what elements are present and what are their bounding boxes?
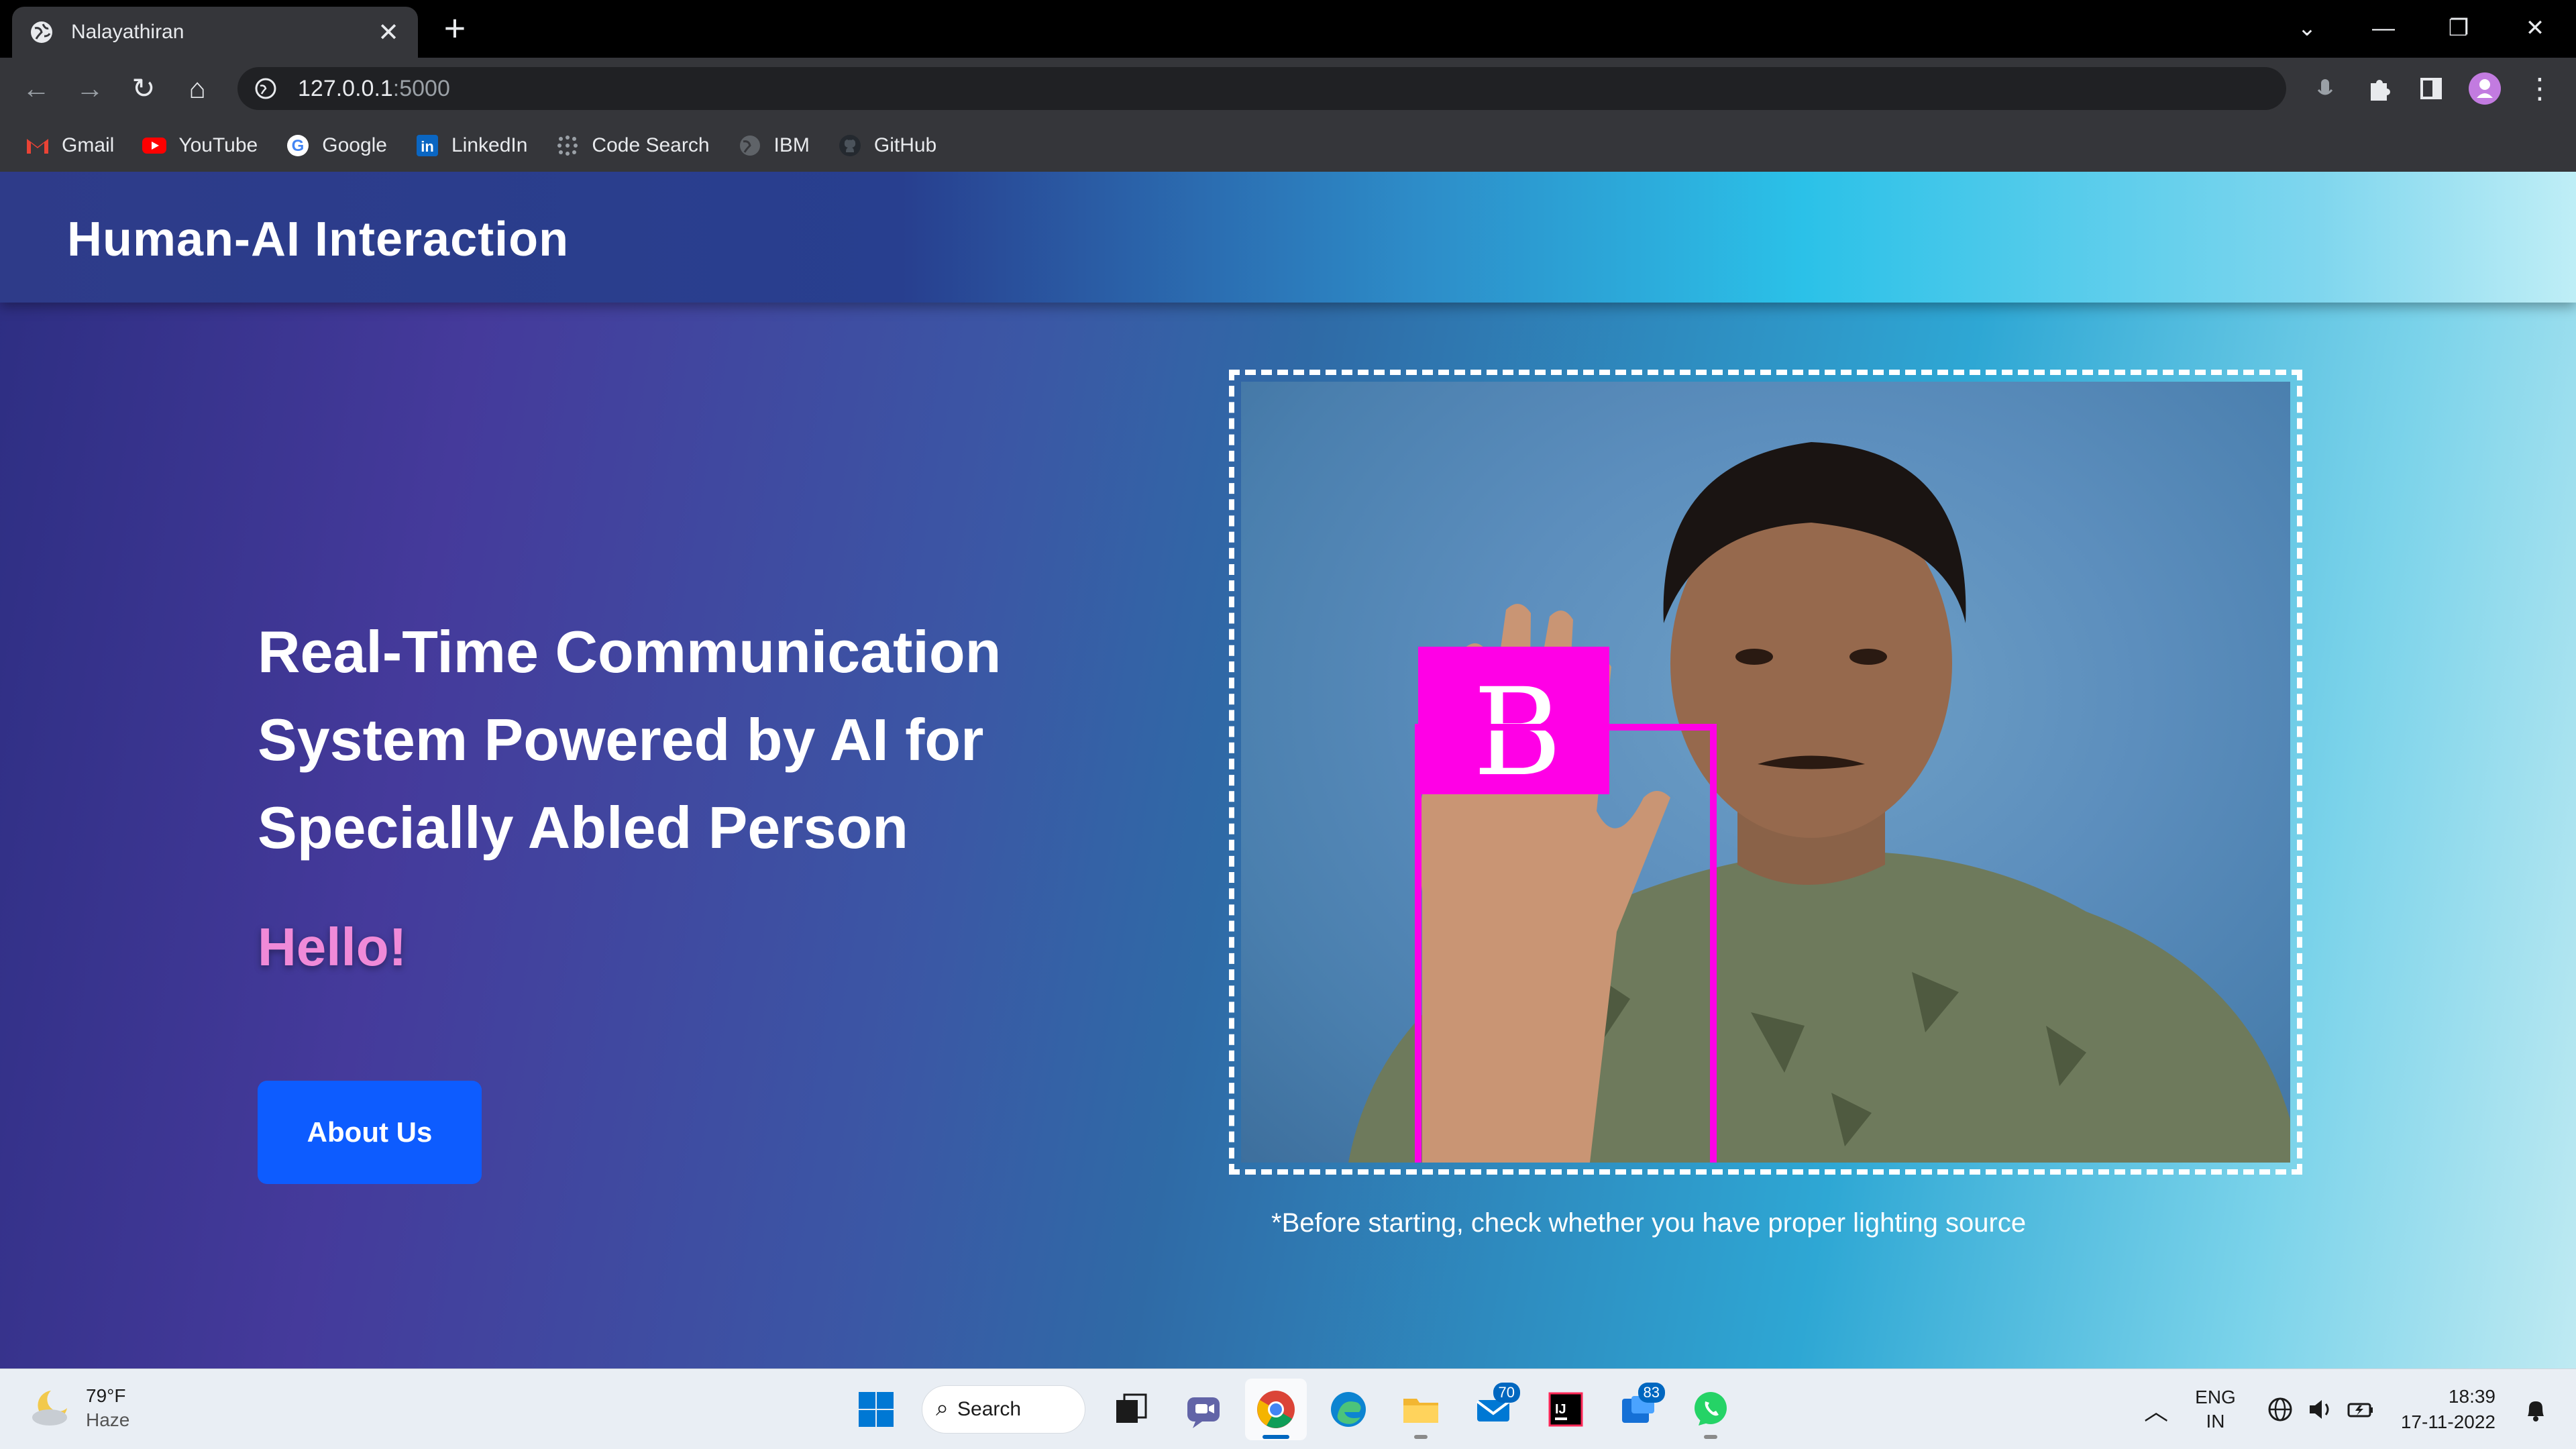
edge-icon (1331, 1392, 1366, 1427)
restore-button[interactable]: ❐ (2428, 8, 2489, 48)
reload-button[interactable]: ↻ (123, 68, 164, 109)
bookmark-youtube[interactable]: YouTube (141, 132, 258, 159)
start-button[interactable] (845, 1379, 907, 1440)
extensions-icon[interactable] (2359, 68, 2399, 109)
intellij-icon: IJ (1548, 1392, 1583, 1427)
clock-date: 17-11-2022 (2400, 1411, 2496, 1432)
language-indicator[interactable]: ENG IN (2195, 1385, 2236, 1434)
taskbar: 79°F Haze ⌕ Search 70 IJ 83 ︿ ENG IN 18:… (0, 1368, 2576, 1449)
tab-strip: Nalayathiran ✕ + ⌄ — ❐ ✕ (0, 0, 2576, 58)
bookmark-code-search[interactable]: Code Search (554, 132, 710, 159)
close-tab-icon[interactable]: ✕ (375, 17, 402, 48)
forward-button[interactable]: → (70, 68, 110, 109)
bookmark-linkedin[interactable]: in LinkedIn (414, 132, 527, 159)
address-bar[interactable]: 127.0.0.1:5000 (237, 67, 2286, 110)
webcam-feed: B (1241, 382, 2290, 1163)
bookmarks-bar: Gmail YouTube G Google in LinkedIn Code (0, 119, 2576, 172)
site-title: Human-AI Interaction (67, 213, 570, 266)
menu-kebab-icon[interactable]: ⋮ (2520, 68, 2560, 109)
speaker-icon[interactable] (2304, 1393, 2337, 1426)
home-button[interactable]: ⌂ (177, 68, 217, 109)
task-view-icon (1116, 1393, 1147, 1423)
notification-bell-icon[interactable] (2520, 1393, 2552, 1426)
windows-logo-icon (859, 1392, 894, 1427)
new-tab-button[interactable]: + (435, 8, 475, 48)
globe-icon (31, 21, 52, 43)
whatsapp-icon (1695, 1392, 1727, 1426)
teams-chat-icon (1187, 1397, 1220, 1428)
svg-text:G: G (292, 137, 305, 155)
close-window-button[interactable]: ✕ (2505, 8, 2565, 48)
teams-button[interactable]: 83 (1607, 1379, 1669, 1440)
github-icon (839, 135, 861, 156)
detection-label-text: B (1473, 663, 1562, 803)
clock-time: 18:39 (2448, 1386, 2496, 1407)
weather-temp: 79°F (86, 1385, 126, 1406)
taskbar-search[interactable]: ⌕ Search (922, 1385, 1085, 1434)
teams-badge: 83 (1638, 1383, 1665, 1403)
mail-button[interactable]: 70 (1462, 1379, 1524, 1440)
weather-condition: Haze (86, 1409, 130, 1430)
hero-headline: Real-Time Communication System Powered b… (258, 619, 1002, 861)
profile-avatar-icon[interactable] (2465, 68, 2505, 109)
search-icon: ⌕ (936, 1395, 949, 1421)
chrome-icon (1257, 1391, 1295, 1428)
file-explorer-button[interactable] (1390, 1379, 1452, 1440)
google-icon: G (287, 135, 309, 156)
chevron-up-icon[interactable]: ︿ (2144, 1392, 2168, 1427)
code-search-icon (557, 136, 578, 156)
whatsapp-button[interactable] (1680, 1379, 1741, 1440)
bookmark-ibm[interactable]: IBM (737, 132, 810, 159)
site-info-icon[interactable] (252, 75, 279, 102)
chrome-taskbar-button[interactable] (1245, 1379, 1307, 1440)
network-globe-icon[interactable] (2264, 1393, 2296, 1426)
weather-moon-cloud-icon (32, 1391, 67, 1426)
site-header: Human-AI Interaction (0, 172, 2576, 303)
system-tray: ︿ ENG IN 18:39 17-11-2022 (2144, 1379, 2556, 1440)
svg-text:IJ: IJ (1555, 1402, 1566, 1417)
lighting-note: *Before starting, check whether you have… (1271, 1208, 2027, 1238)
url-port: :5000 (392, 75, 450, 101)
gmail-icon (27, 139, 48, 154)
webcam-frame: B (1229, 370, 2302, 1175)
about-us-button[interactable]: About Us (258, 1081, 482, 1184)
page-content: Human-AI Interaction Real-Time Communica… (0, 172, 2576, 1368)
url-host: 127.0.0.1 (298, 75, 393, 101)
prediction-text: Hello! (258, 917, 407, 977)
back-button[interactable]: ← (16, 68, 56, 109)
weather-widget[interactable]: 79°F Haze (27, 1384, 129, 1432)
battery-icon[interactable] (2345, 1393, 2377, 1426)
webcam-image: B (1348, 442, 2290, 1163)
folder-icon (1403, 1399, 1438, 1423)
browser-toolbar: ← → ↻ ⌂ 127.0.0.1:5000 ⋮ (0, 58, 2576, 119)
intellij-button[interactable]: IJ (1535, 1379, 1597, 1440)
linkedin-icon: in (416, 135, 438, 156)
taskbar-apps: ⌕ Search 70 IJ 83 (840, 1379, 1747, 1440)
teams-chat-button[interactable] (1173, 1379, 1234, 1440)
minimize-button[interactable]: — (2353, 8, 2414, 48)
clock[interactable]: 18:39 17-11-2022 (2401, 1384, 2496, 1435)
globe-icon (739, 136, 760, 156)
task-view-button[interactable] (1100, 1379, 1162, 1440)
side-panel-icon[interactable] (2411, 68, 2451, 109)
microphone-icon[interactable] (2305, 68, 2345, 109)
bookmark-gmail[interactable]: Gmail (24, 132, 114, 159)
tab-search-chevron-icon[interactable]: ⌄ (2277, 8, 2337, 48)
svg-text:in: in (421, 138, 434, 155)
edge-taskbar-button[interactable] (1318, 1379, 1379, 1440)
bookmark-github[interactable]: GitHub (837, 132, 936, 159)
bookmark-google[interactable]: G Google (284, 132, 387, 159)
tab-title: Nalayathiran (71, 21, 184, 43)
youtube-icon (142, 138, 167, 154)
browser-tab[interactable]: Nalayathiran ✕ (12, 7, 418, 58)
mail-badge: 70 (1493, 1383, 1520, 1403)
